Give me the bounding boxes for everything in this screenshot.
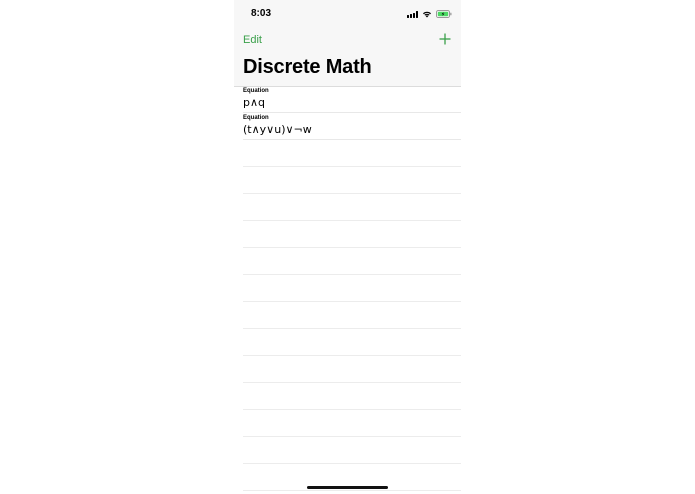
empty-row [243,140,461,167]
cellular-signal-icon [407,10,418,18]
empty-row [243,194,461,221]
equation-label: Equation [243,115,269,121]
equation-list: Equation p∧q Equation (t∧y∨u)∨¬w [234,86,461,491]
page-title: Discrete Math [243,56,372,78]
empty-row [243,437,461,464]
plus-icon [439,33,451,45]
empty-row [243,167,461,194]
empty-row [243,275,461,302]
empty-row [243,356,461,383]
battery-charging-icon [436,10,452,18]
empty-row [243,302,461,329]
equation-label: Equation [243,88,269,94]
home-indicator[interactable] [307,486,388,489]
wifi-icon [422,10,432,18]
add-button[interactable] [438,32,452,46]
empty-row [243,410,461,437]
empty-row [243,221,461,248]
empty-row [243,248,461,275]
app-screen: 8:03 Edit Discrete Math Equation p∧q Equ… [234,0,461,494]
empty-row [243,329,461,356]
edit-button[interactable]: Edit [243,34,262,46]
status-time: 8:03 [251,8,272,19]
list-item[interactable]: Equation p∧q [243,86,461,113]
empty-row [243,383,461,410]
list-item[interactable]: Equation (t∧y∨u)∨¬w [243,113,461,140]
equation-value: p∧q [243,96,266,109]
navigation-header: 8:03 Edit Discrete Math [234,0,461,87]
status-icons [407,9,452,19]
equation-value: (t∧y∨u)∨¬w [243,123,312,136]
